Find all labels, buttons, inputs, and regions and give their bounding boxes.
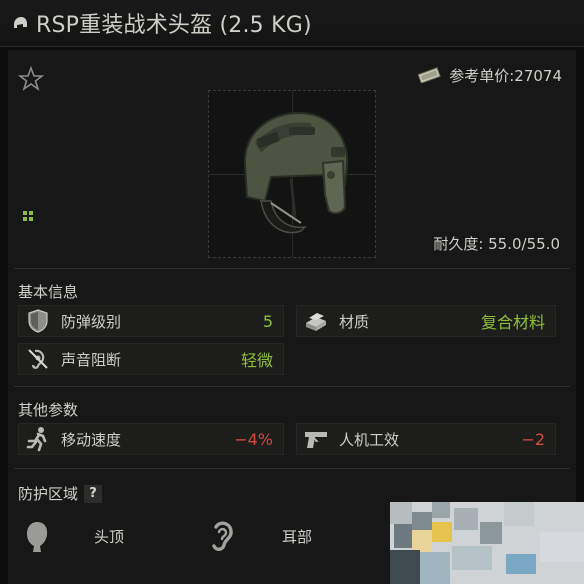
divider [14, 468, 570, 469]
stat-value: 轻微 [240, 351, 273, 370]
stat-value: 复合材料 [480, 313, 545, 332]
stat-label: 材质 [339, 312, 370, 331]
stat-sound-block: 声音阻断 轻微 [18, 343, 284, 375]
helmet-image [243, 111, 349, 234]
material-icon [303, 308, 329, 334]
basic-info-heading: 基本信息 [18, 283, 79, 301]
durability-label: 耐久度: 55.0/55.0 [433, 235, 560, 253]
title-bar: RSP重装战术头盔 (2.5 KG) [0, 0, 584, 47]
stat-label: 移动速度 [61, 430, 122, 449]
zone-ears: 耳部 [204, 519, 312, 553]
help-icon[interactable]: ? [84, 484, 103, 503]
stat-ergonomics: 人机工效 −2 [296, 423, 556, 455]
window-title: RSP重装战术头盔 (2.5 KG) [36, 13, 312, 38]
protection-heading: 防护区域 [18, 485, 79, 503]
star-icon[interactable] [17, 65, 45, 92]
money-icon [417, 67, 441, 84]
zone-label: 头顶 [94, 527, 125, 546]
stat-armor-class: 防弹级别 5 [18, 305, 284, 337]
helmet-icon [12, 14, 30, 32]
protection-heading-row: 防护区域 ? [18, 483, 103, 504]
stat-value: 5 [262, 311, 273, 331]
sound-block-icon [25, 346, 51, 372]
zone-label: 耳部 [282, 527, 313, 546]
divider [14, 268, 570, 269]
obscured-watermark [390, 502, 584, 584]
reference-price: 参考单价:27074 [417, 64, 562, 86]
stat-material: 材质 复合材料 [296, 305, 556, 337]
ear-icon [204, 519, 238, 553]
zone-head-top: 头顶 [20, 519, 124, 553]
running-icon [25, 426, 51, 452]
grid-size-icon [22, 207, 34, 221]
stat-label: 声音阻断 [61, 350, 122, 369]
stat-label: 人机工效 [339, 430, 400, 449]
head-top-icon [20, 519, 54, 553]
armor-shield-icon [25, 308, 51, 334]
stat-move-speed: 移动速度 −4% [18, 423, 284, 455]
item-image-frame [208, 90, 376, 258]
pistol-icon [303, 426, 329, 452]
stat-value: −4% [234, 429, 273, 449]
stat-value: −2 [521, 429, 545, 449]
price-label: 参考单价:27074 [449, 66, 562, 85]
stat-label: 防弹级别 [61, 312, 122, 331]
divider [14, 386, 570, 387]
other-params-heading: 其他参数 [18, 401, 79, 419]
